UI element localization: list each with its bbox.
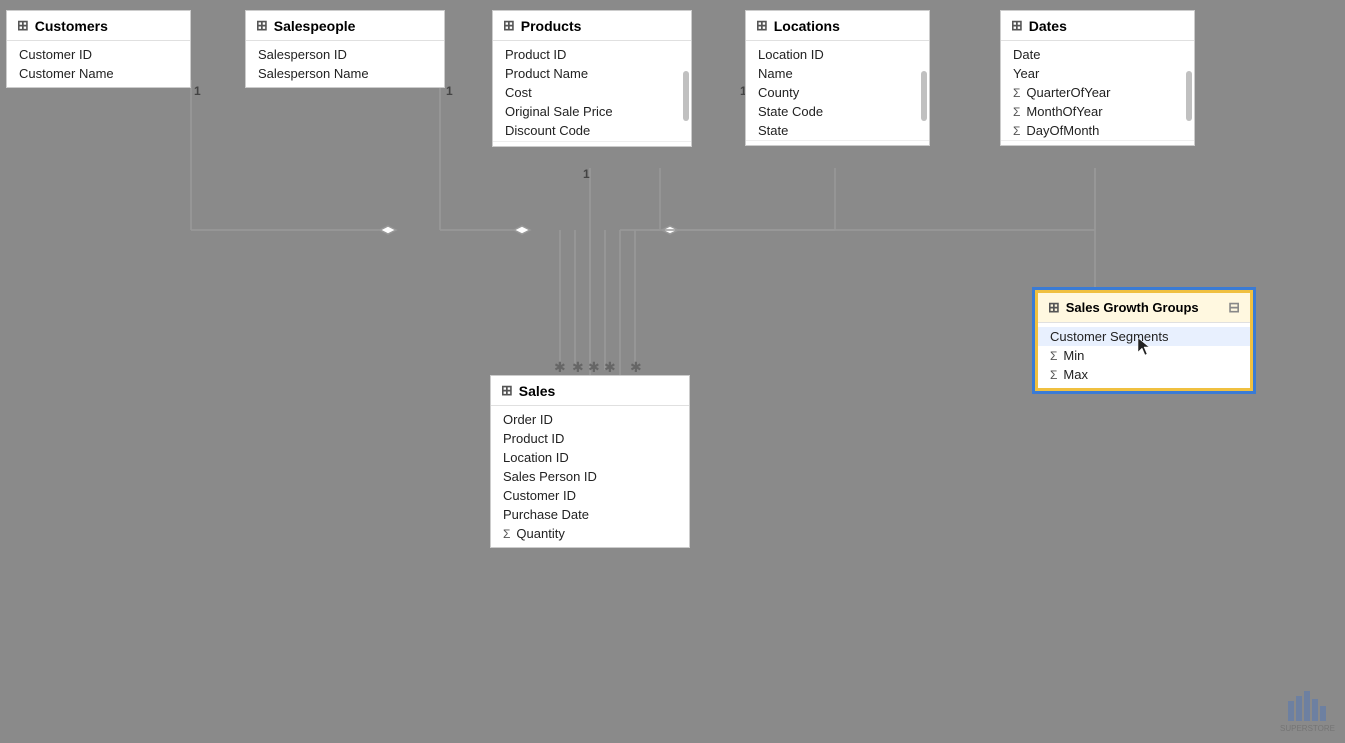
sgg-title: Sales Growth Groups [1066,300,1199,315]
svg-text:1: 1 [446,84,453,98]
field-discount-code: Discount Code [493,121,691,142]
field-sales-customer-id: Customer ID [491,486,689,505]
locations-table: ⊞ Locations Location ID Name County Stat… [745,10,930,146]
sales-growth-groups-table: ⊞ Sales Growth Groups ⊟ Customer Segment… [1035,290,1253,391]
locations-scrollbar[interactable] [921,71,927,121]
dates-fields: Date Year ΣQuarterOfYear ΣMonthOfYear ΣD… [1001,41,1194,145]
field-salesperson-name: Salesperson Name [246,64,444,83]
locations-fields: Location ID Name County State Code State [746,41,929,145]
field-original-sale-price: Original Sale Price [493,102,691,121]
locations-table-header: ⊞ Locations [746,11,929,41]
sales-table-header: ⊞ Sales [491,376,689,406]
field-order-id: Order ID [491,410,689,429]
field-sales-product-id: Product ID [491,429,689,448]
field-customer-segments: Customer Segments [1038,327,1250,346]
field-year: Year [1001,64,1194,83]
sgg-collapse-icon[interactable]: ⊟ [1228,299,1240,316]
svg-text:✱: ✱ [630,359,642,375]
products-scrollbar[interactable] [683,71,689,121]
field-quantity: ΣQuantity [491,524,689,543]
field-customer-id: Customer ID [7,45,190,64]
field-purchase-date: Purchase Date [491,505,689,524]
dates-table-icon: ⊞ [1011,17,1023,34]
svg-text:1: 1 [583,167,590,181]
locations-title: Locations [774,18,840,34]
field-month-of-year: ΣMonthOfYear [1001,102,1194,121]
sales-fields: Order ID Product ID Location ID Sales Pe… [491,406,689,547]
products-table: ⊞ Products Product ID Product Name Cost … [492,10,692,147]
field-sales-location-id: Location ID [491,448,689,467]
field-sgg-max: ΣMax [1038,365,1250,384]
field-sgg-min: ΣMin [1038,346,1250,365]
dates-title: Dates [1029,18,1067,34]
salespeople-title: Salespeople [274,18,356,34]
customers-table-header: ⊞ Customers [7,11,190,41]
field-date: Date [1001,45,1194,64]
dates-scrollbar[interactable] [1186,71,1192,121]
field-quarter-of-year: ΣQuarterOfYear [1001,83,1194,102]
field-day-of-month: ΣDayOfMonth [1001,121,1194,141]
customers-table-icon: ⊞ [17,17,29,34]
field-sales-person-id: Sales Person ID [491,467,689,486]
field-salesperson-id: Salesperson ID [246,45,444,64]
watermark: SUPERSTORE [1280,691,1335,733]
sales-table: ⊞ Sales Order ID Product ID Location ID … [490,375,690,548]
customers-fields: Customer ID Customer Name [7,41,190,87]
svg-text:✱: ✱ [554,359,566,375]
svg-text:✱: ✱ [588,359,600,375]
svg-text:✱: ✱ [604,359,616,375]
sgg-fields: Customer Segments ΣMin ΣMax [1038,323,1250,388]
products-fields: Product ID Product Name Cost Original Sa… [493,41,691,146]
dates-table: ⊞ Dates Date Year ΣQuarterOfYear ΣMonthO… [1000,10,1195,146]
sales-title: Sales [519,383,556,399]
field-state-code: State Code [746,102,929,121]
field-product-name: Product Name [493,64,691,83]
salespeople-fields: Salesperson ID Salesperson Name [246,41,444,87]
products-title: Products [521,18,582,34]
svg-text:✱: ✱ [572,359,584,375]
sales-table-icon: ⊞ [501,382,513,399]
field-state: State [746,121,929,141]
locations-table-icon: ⊞ [756,17,768,34]
dates-table-header: ⊞ Dates [1001,11,1194,41]
sgg-table-header: ⊞ Sales Growth Groups ⊟ [1038,293,1250,323]
customers-title: Customers [35,18,108,34]
products-table-icon: ⊞ [503,17,515,34]
field-cost: Cost [493,83,691,102]
field-location-name: Name [746,64,929,83]
products-table-header: ⊞ Products [493,11,691,41]
sgg-table-icon: ⊞ [1048,299,1060,316]
salespeople-table-icon: ⊞ [256,17,268,34]
salespeople-table: ⊞ Salespeople Salesperson ID Salesperson… [245,10,445,88]
salespeople-table-header: ⊞ Salespeople [246,11,444,41]
field-customer-name: Customer Name [7,64,190,83]
field-county: County [746,83,929,102]
field-product-id: Product ID [493,45,691,64]
field-location-id: Location ID [746,45,929,64]
svg-text:1: 1 [194,84,201,98]
customers-table: ⊞ Customers Customer ID Customer Name [6,10,191,88]
